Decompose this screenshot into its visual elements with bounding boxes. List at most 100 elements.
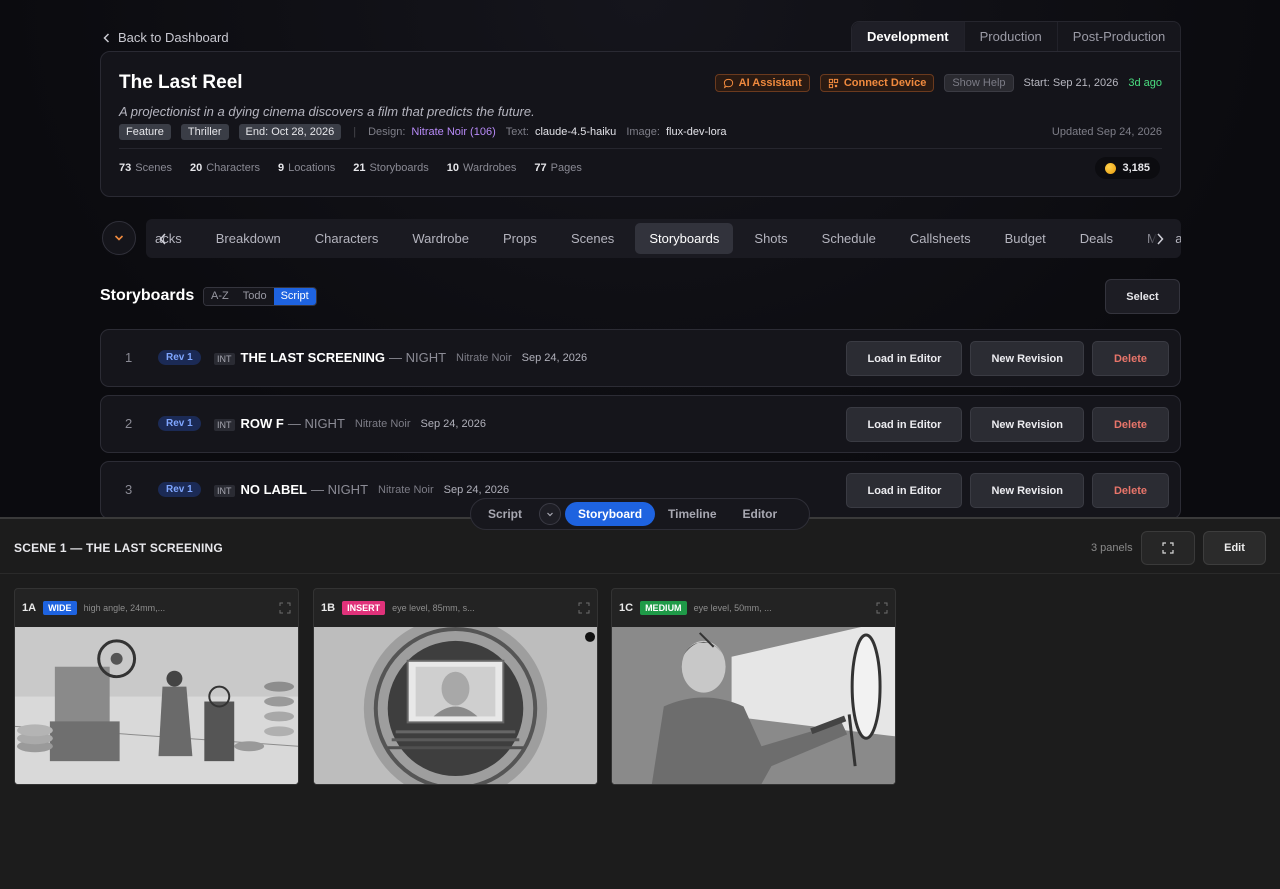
delete-button[interactable]: Delete <box>1091 473 1169 508</box>
view-switcher: Script Storyboard Timeline Editor <box>470 498 810 530</box>
credits-value: 3,185 <box>1122 162 1150 174</box>
nav-item-deals[interactable]: Deals <box>1063 223 1130 254</box>
stat-storyboards: 21 Storyboards <box>353 162 429 174</box>
ai-assistant-button[interactable]: AI Assistant <box>714 74 810 92</box>
expand-icon[interactable] <box>279 602 291 614</box>
view-timeline[interactable]: Timeline <box>655 502 729 526</box>
new-revision-button[interactable]: New Revision <box>970 407 1084 442</box>
nav-item-budget[interactable]: Budget <box>988 223 1063 254</box>
connect-device-button[interactable]: Connect Device <box>819 74 935 92</box>
panel-sketch-image <box>314 627 597 784</box>
load-in-editor-button[interactable]: Load in Editor <box>846 473 963 508</box>
section-nav: acks Breakdown Characters Wardrobe Props… <box>146 219 1181 258</box>
load-in-editor-button[interactable]: Load in Editor <box>846 341 963 376</box>
nav-item-scenes[interactable]: Scenes <box>554 223 631 254</box>
show-help-button[interactable]: Show Help <box>944 74 1014 92</box>
project-header-card: The Last Reel A projectionist in a dying… <box>100 51 1181 197</box>
revision-badge: Rev 1 <box>158 416 201 431</box>
storyboard-row[interactable]: 2 Rev 1 INT ROW F — NIGHT Nitrate Noir S… <box>100 395 1181 453</box>
row-number: 2 <box>125 416 133 431</box>
nav-item-characters[interactable]: Characters <box>298 223 396 254</box>
edit-button[interactable]: Edit <box>1203 531 1266 565</box>
storyboard-panel-card[interactable]: 1A WIDE high angle, 24mm,... <box>14 588 299 785</box>
text-model-value: claude-4.5-haiku <box>534 126 617 138</box>
project-meta-row: Feature Thriller End: Oct 28, 2026 | Des… <box>119 124 1162 140</box>
projectionist-sketch <box>612 627 895 784</box>
storyboard-panel-card[interactable]: 1B INSERT eye level, 85mm, s... <box>313 588 598 785</box>
view-dropdown-toggle[interactable] <box>539 503 562 525</box>
scene-time: — NIGHT <box>287 416 345 431</box>
panel-count: 3 panels <box>1091 542 1133 554</box>
design-label: Design: <box>368 126 406 138</box>
panel-header: 1A WIDE high angle, 24mm,... <box>15 589 298 627</box>
nav-item-wardrobe[interactable]: Wardrobe <box>395 223 486 254</box>
panel-id: 1A <box>22 602 37 614</box>
credits-badge[interactable]: 3,185 <box>1095 157 1160 179</box>
sort-todo[interactable]: Todo <box>235 288 274 305</box>
panel-sketch-image <box>612 627 895 784</box>
nav-item-callsheets[interactable]: Callsheets <box>893 223 988 254</box>
porthole-sketch <box>314 627 597 784</box>
row-number: 3 <box>125 482 133 497</box>
fullscreen-button[interactable] <box>1141 531 1195 565</box>
expand-icon[interactable] <box>578 602 590 614</box>
view-script[interactable]: Script <box>475 502 535 526</box>
view-editor[interactable]: Editor <box>730 502 791 526</box>
nav-scroll-right-button[interactable] <box>1145 219 1175 258</box>
nav-item-shots[interactable]: Shots <box>737 223 804 254</box>
row-date: Sep 24, 2026 <box>420 417 486 430</box>
back-to-dashboard-link[interactable]: Back to Dashboard <box>102 30 229 45</box>
tab-post-production[interactable]: Post-Production <box>1058 22 1181 52</box>
nav-item-breakdown[interactable]: Breakdown <box>199 223 298 254</box>
chevron-down-icon <box>114 235 124 241</box>
start-date: Start: Sep 21, 2026 <box>1023 77 1119 89</box>
panel-id: 1C <box>619 602 634 614</box>
collapse-header-button[interactable] <box>102 221 136 255</box>
style-name: Nitrate Noir <box>378 483 434 496</box>
row-number: 1 <box>125 350 133 365</box>
tab-development[interactable]: Development <box>852 22 965 52</box>
revision-badge: Rev 1 <box>158 350 201 365</box>
panel-description: eye level, 50mm, ... <box>693 603 772 613</box>
connect-device-label: Connect Device <box>843 77 927 89</box>
fullscreen-icon <box>1162 542 1174 554</box>
nav-item-schedule[interactable]: Schedule <box>805 223 893 254</box>
nav-item-props[interactable]: Props <box>486 223 554 254</box>
image-model-label: Image: <box>626 126 660 138</box>
sort-az[interactable]: A-Z <box>204 288 236 305</box>
int-ext-tag: INT <box>214 352 235 365</box>
nav-item-storyboards[interactable]: Storyboards <box>635 223 734 254</box>
meta-separator: | <box>353 126 357 138</box>
panel-id: 1B <box>321 602 336 614</box>
header-actions: AI Assistant Connect Device Show Help St… <box>714 74 1162 92</box>
scene-name: NO LABEL <box>240 482 307 497</box>
stat-scenes: 73 Scenes <box>119 162 172 174</box>
chevron-left-icon <box>103 32 110 43</box>
storyboard-panel-card[interactable]: 1C MEDIUM eye level, 50mm, ... <box>611 588 896 785</box>
nav-scroll-left-button[interactable] <box>152 219 174 258</box>
delete-button[interactable]: Delete <box>1091 407 1169 442</box>
scene-panel: SCENE 1 — THE LAST SCREENING 3 panels Ed… <box>0 517 1280 889</box>
ai-assistant-label: AI Assistant <box>738 77 802 89</box>
new-revision-button[interactable]: New Revision <box>970 473 1084 508</box>
delete-button[interactable]: Delete <box>1091 341 1169 376</box>
int-ext-tag: INT <box>214 418 235 431</box>
tag-format: Feature <box>119 124 171 140</box>
select-button[interactable]: Select <box>1105 279 1180 314</box>
sort-script[interactable]: Script <box>273 288 316 305</box>
tab-production[interactable]: Production <box>965 22 1058 52</box>
row-actions: Load in Editor New Revision Delete <box>846 341 1169 376</box>
load-in-editor-button[interactable]: Load in Editor <box>846 407 963 442</box>
tag-genre: Thriller <box>180 124 229 140</box>
sort-toggle: A-Z Todo Script <box>203 287 317 306</box>
text-model-label: Text: <box>505 126 529 138</box>
scene-name: THE LAST SCREENING <box>240 350 385 365</box>
view-storyboard[interactable]: Storyboard <box>565 502 656 526</box>
coin-icon <box>1105 162 1117 174</box>
new-revision-button[interactable]: New Revision <box>970 341 1084 376</box>
storyboard-row[interactable]: 1 Rev 1 INT THE LAST SCREENING — NIGHT N… <box>100 329 1181 387</box>
expand-icon[interactable] <box>876 602 888 614</box>
row-date: Sep 24, 2026 <box>443 483 510 496</box>
design-value-link[interactable]: Nitrate Noir (106) <box>411 126 495 138</box>
style-name: Nitrate Noir <box>456 351 512 364</box>
